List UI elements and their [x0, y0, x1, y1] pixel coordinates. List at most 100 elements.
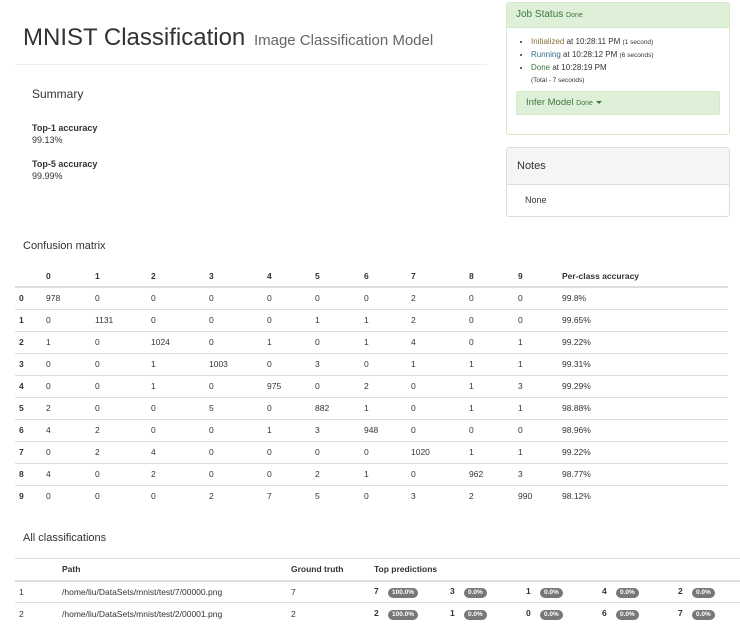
confusion-cell: 990: [514, 484, 558, 507]
confusion-cell: 1: [514, 440, 558, 463]
confusion-cell: 962: [465, 462, 514, 485]
prediction-item: 2 100.0%: [374, 608, 450, 620]
confusion-cell: 98.96%: [558, 418, 728, 441]
confusion-row-label: 0: [15, 286, 42, 309]
confusion-column-header: [15, 265, 42, 288]
confusion-row: 4 0 0 1 0 975 0 2 0 1 3 99.29%: [15, 374, 728, 397]
step-name: Running: [531, 50, 561, 59]
confusion-cell: 1: [147, 352, 205, 375]
confusion-column-header: 6: [360, 265, 407, 288]
confusion-row: 2 1 0 1024 0 1 0 1 4 0 1 99.22%: [15, 330, 728, 353]
confusion-cell: 99.31%: [558, 352, 728, 375]
classifications-table: Path Ground truth Top predictions 1/home/l…: [15, 558, 740, 625]
confusion-cell: 0: [360, 352, 407, 375]
prediction-label: 2: [374, 607, 379, 618]
infer-model-button[interactable]: Infer Model Done: [516, 91, 720, 115]
confusion-cell: 0: [205, 374, 263, 397]
step-name: Done: [531, 63, 551, 72]
confusion-header-row: 0 1 2 3 4 5 6 7 8 9 Per-class accuracy: [15, 265, 728, 288]
confusion-cell: 1: [407, 352, 465, 375]
ground-truth: 7: [287, 580, 370, 603]
confusion-row-label: 6: [15, 418, 42, 441]
page-title: MNIST Classification Image Classificatio…: [23, 24, 433, 52]
top1-label: Top-1 accuracy: [32, 123, 98, 133]
confusion-column-header: 0: [42, 265, 91, 288]
confusion-cell: 0: [311, 286, 360, 309]
confusion-row: 9 0 0 0 2 7 5 0 3 2 990 98.12%: [15, 484, 728, 507]
confusion-row: 1 0 1131 0 0 0 1 1 2 0 0 99.65%: [15, 308, 728, 331]
confusion-row: 6 4 2 0 0 1 3 948 0 0 0 98.96%: [15, 418, 728, 441]
confusion-cell: 99.22%: [558, 330, 728, 353]
confusion-cell: 0: [465, 286, 514, 309]
prediction-confidence-badge: 0.0%: [616, 609, 639, 620]
confusion-cell: 0: [311, 330, 360, 353]
prediction-label: 7: [374, 585, 379, 596]
confusion-cell: 0: [147, 286, 205, 309]
total-time: (Total - 7 seconds): [531, 74, 654, 87]
title-divider: [15, 64, 487, 65]
confusion-row: 8 4 0 2 0 0 2 1 0 962 3 98.77%: [15, 462, 728, 485]
confusion-cell: 2: [407, 308, 465, 331]
top5-label: Top-5 accuracy: [32, 159, 98, 169]
confusion-cell: 1: [263, 418, 311, 441]
confusion-cell: 0: [205, 308, 263, 331]
confusion-cell: 2: [147, 462, 205, 485]
confusion-cell: 0: [42, 484, 91, 507]
prediction-item: 3 0.0%: [450, 586, 526, 598]
notes-panel: Notes None: [506, 147, 730, 217]
confusion-cell: 98.77%: [558, 462, 728, 485]
confusion-cell: 0: [42, 352, 91, 375]
confusion-cell: 1: [514, 352, 558, 375]
infer-model-label: Infer Model: [526, 97, 574, 108]
confusion-cell: 99.65%: [558, 308, 728, 331]
confusion-cell: 0: [514, 286, 558, 309]
model-name: MNIST Classification: [23, 24, 246, 51]
confusion-column-header: 9: [514, 265, 558, 288]
confusion-row: 5 2 0 0 5 0 882 1 0 1 1 98.88%: [15, 396, 728, 419]
confusion-cell: 0: [407, 374, 465, 397]
ground-truth: 2: [287, 602, 370, 625]
confusion-cell: 0: [263, 308, 311, 331]
prediction-confidence-badge: 0.0%: [540, 587, 563, 598]
confusion-cell: 978: [42, 286, 91, 309]
confusion-cell: 2: [91, 418, 147, 441]
prediction-item: 7 100.0%: [374, 586, 450, 598]
confusion-cell: 99.8%: [558, 286, 728, 309]
prediction-label: 2: [678, 585, 683, 596]
confusion-cell: 5: [205, 396, 263, 419]
confusion-row-label: 2: [15, 330, 42, 353]
confusion-row-label: 8: [15, 462, 42, 485]
all-classifications-heading: All classifications: [23, 532, 107, 544]
confusion-cell: 0: [263, 440, 311, 463]
prediction-confidence-badge: 0.0%: [692, 587, 715, 598]
confusion-row-label: 4: [15, 374, 42, 397]
step-name: Initialized: [531, 37, 565, 46]
confusion-row-label: 5: [15, 396, 42, 419]
confusion-cell: 1: [465, 396, 514, 419]
confusion-cell: 0: [311, 374, 360, 397]
confusion-cell: 0: [465, 330, 514, 353]
notes-title: Notes: [517, 160, 546, 172]
confusion-cell: 1: [465, 374, 514, 397]
confusion-cell: 0: [407, 418, 465, 441]
confusion-cell: 2: [205, 484, 263, 507]
confusion-cell: 1: [147, 374, 205, 397]
confusion-column-header: 5: [311, 265, 360, 288]
confusion-cell: 0: [465, 418, 514, 441]
confusion-cell: 1: [42, 330, 91, 353]
confusion-cell: 4: [407, 330, 465, 353]
prediction-label: 6: [602, 607, 607, 618]
confusion-column-header: Per-class accuracy: [558, 265, 728, 288]
confusion-cell: 99.22%: [558, 440, 728, 463]
top-predictions: 7 100.0% 3 0.0% 1 0.0% 4 0.0% 2 0.0%: [370, 580, 740, 603]
job-status-state: Done: [566, 12, 583, 19]
confusion-cell: 3: [311, 418, 360, 441]
prediction-label: 0: [526, 607, 531, 618]
confusion-column-header: 7: [407, 265, 465, 288]
confusion-cell: 0: [42, 374, 91, 397]
prediction-confidence-badge: 0.0%: [616, 587, 639, 598]
prediction-label: 7: [678, 607, 683, 618]
confusion-row-label: 7: [15, 440, 42, 463]
top1-value: 99.13%: [32, 135, 63, 145]
confusion-cell: 1024: [147, 330, 205, 353]
